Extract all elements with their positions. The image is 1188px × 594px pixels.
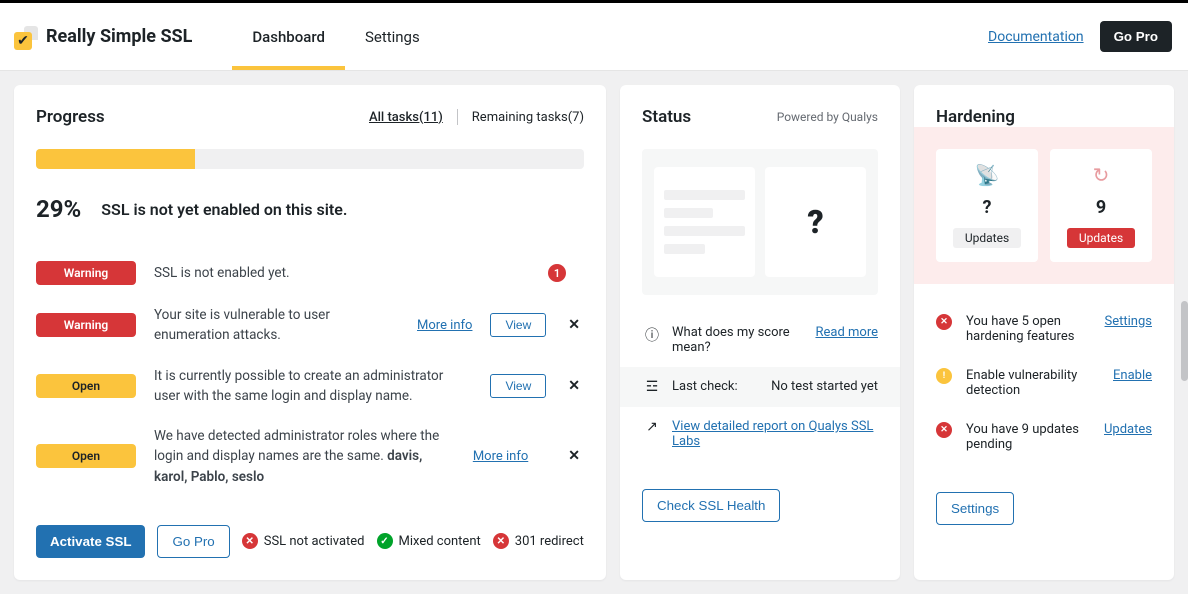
task-badge: Warning [36, 261, 136, 285]
hardening-row: ! Enable vulnerability detection Enable [936, 356, 1152, 410]
tile-label: Updates [1067, 228, 1135, 248]
progress-bar [36, 149, 584, 169]
task-badge: Open [36, 444, 136, 468]
hardening-row: ✕ You have 5 open hardening features Setti… [936, 302, 1152, 356]
hardening-settings-button[interactable]: Settings [936, 492, 1014, 525]
hardening-row-text: Enable vulnerability detection [966, 368, 1103, 398]
more-info-link[interactable]: More info [473, 449, 528, 464]
view-button[interactable]: View [490, 313, 546, 337]
task-row: Open It is currently possible to create a… [36, 356, 584, 417]
check-icon: ✓ [377, 533, 393, 549]
hardening-card: Hardening 📡? Updates ↻ 9 Updates ✕ You have 5… [914, 85, 1174, 580]
all-tasks-filter[interactable]: All tasks(11) [369, 110, 443, 125]
task-text: We have detected administrator roles whe… [154, 426, 455, 487]
x-icon: ✕ [242, 533, 258, 549]
close-icon[interactable]: ✕ [564, 448, 584, 464]
task-text: Your site is vulnerable to user enumerat… [154, 305, 399, 346]
last-check-row: ☲ Last check: No test started yet [620, 367, 900, 407]
check-ssl-health-button[interactable]: Check SSL Health [642, 489, 780, 522]
remaining-tasks-filter[interactable]: Remaining tasks(7) [472, 110, 584, 125]
status-dot-icon: ! [936, 368, 952, 384]
task-badge: Open [36, 374, 136, 398]
activate-ssl-button[interactable]: Activate SSL [36, 525, 145, 558]
progress-title: Progress [36, 107, 105, 127]
tile-value: 9 [1096, 197, 1106, 218]
status-title: Status [642, 107, 691, 127]
task-text: SSL is not enabled yet. [154, 263, 512, 283]
tile-label: Updates [953, 228, 1021, 248]
external-link-icon: ↗ [642, 419, 662, 435]
hardening-row: ✕ You have 9 updates pending Updates [936, 410, 1152, 464]
progress-message: SSL is not yet enabled on this site. [101, 200, 347, 219]
tab-dashboard[interactable]: Dashboard [232, 4, 345, 70]
brand-name: Really Simple SSL [46, 26, 192, 47]
mixed-content-status: ✓ Mixed content [377, 533, 481, 549]
info-icon: ⓘ [642, 325, 662, 345]
hardening-row-link[interactable]: Updates [1104, 422, 1152, 437]
read-more-link[interactable]: Read more [815, 325, 878, 340]
x-icon: ✕ [493, 533, 509, 549]
question-icon: ? [807, 203, 823, 241]
hardening-row-link[interactable]: Enable [1113, 368, 1152, 383]
status-dot-icon: ✕ [936, 422, 952, 438]
progress-percent: 29% [36, 195, 81, 223]
satellite-icon: 📡 [975, 163, 1000, 187]
main-nav: Dashboard Settings [232, 4, 439, 70]
hardening-row-link[interactable]: Settings [1105, 314, 1152, 329]
close-icon[interactable]: ✕ [564, 317, 584, 333]
hardening-tile: 📡? Updates [936, 149, 1038, 262]
task-row: Open We have detected administrator roles… [36, 416, 584, 497]
task-row: Warning SSL is not enabled yet. 1 [36, 251, 584, 295]
hardening-row-text: You have 5 open hardening features [966, 314, 1095, 344]
score-meaning-row: ⓘ What does my score mean? Read more [642, 313, 878, 367]
app-header: ✔ Really Simple SSL Dashboard Settings D… [0, 3, 1188, 71]
brand-logo: ✔ Really Simple SSL [16, 26, 192, 48]
go-pro-footer-button[interactable]: Go Pro [157, 525, 229, 558]
hardening-tiles: 📡? Updates ↻ 9 Updates [914, 127, 1174, 284]
hardening-row-text: You have 9 updates pending [966, 422, 1094, 452]
detailed-report-row: ↗ View detailed report on Qualys SSL Lab… [642, 407, 878, 461]
task-count-badge: 1 [548, 264, 566, 282]
list-icon: ☲ [642, 379, 662, 395]
documentation-link[interactable]: Documentation [988, 29, 1084, 45]
tile-value: ? [983, 197, 992, 218]
lock-shield-icon: ✔ [16, 26, 38, 48]
tab-settings[interactable]: Settings [345, 4, 440, 70]
hardening-rows: ✕ You have 5 open hardening features Setti… [936, 302, 1152, 464]
go-pro-button[interactable]: Go Pro [1100, 21, 1172, 52]
ssl-not-activated-status: ✕ SSL not activated [242, 533, 365, 549]
redirect-status: ✕ 301 redirect [493, 533, 584, 549]
status-card: Status Powered by Qualys ? ⓘ What does m… [620, 85, 900, 580]
task-list: Warning SSL is not enabled yet. 1 Warning Yo… [36, 251, 584, 497]
scrollbar-thumb[interactable] [1181, 301, 1188, 381]
task-row: Warning Your site is vulnerable to user e… [36, 295, 584, 356]
refresh-icon: ↻ [1093, 163, 1110, 187]
more-info-link[interactable]: More info [417, 318, 472, 333]
powered-by-label: Powered by Qualys [777, 110, 878, 124]
hardening-title: Hardening [936, 107, 1015, 127]
detailed-report-link[interactable]: View detailed report on Qualys SSL Labs [672, 419, 878, 449]
task-text: It is currently possible to create an ad… [154, 366, 454, 407]
status-dot-icon: ✕ [936, 314, 952, 330]
view-button[interactable]: View [490, 374, 546, 398]
progress-card: Progress All tasks(11) Remaining tasks(7… [14, 85, 606, 580]
status-preview: ? [642, 149, 878, 295]
hardening-tile: ↻ 9 Updates [1050, 149, 1152, 262]
close-icon[interactable]: ✕ [564, 378, 584, 394]
task-badge: Warning [36, 313, 136, 337]
